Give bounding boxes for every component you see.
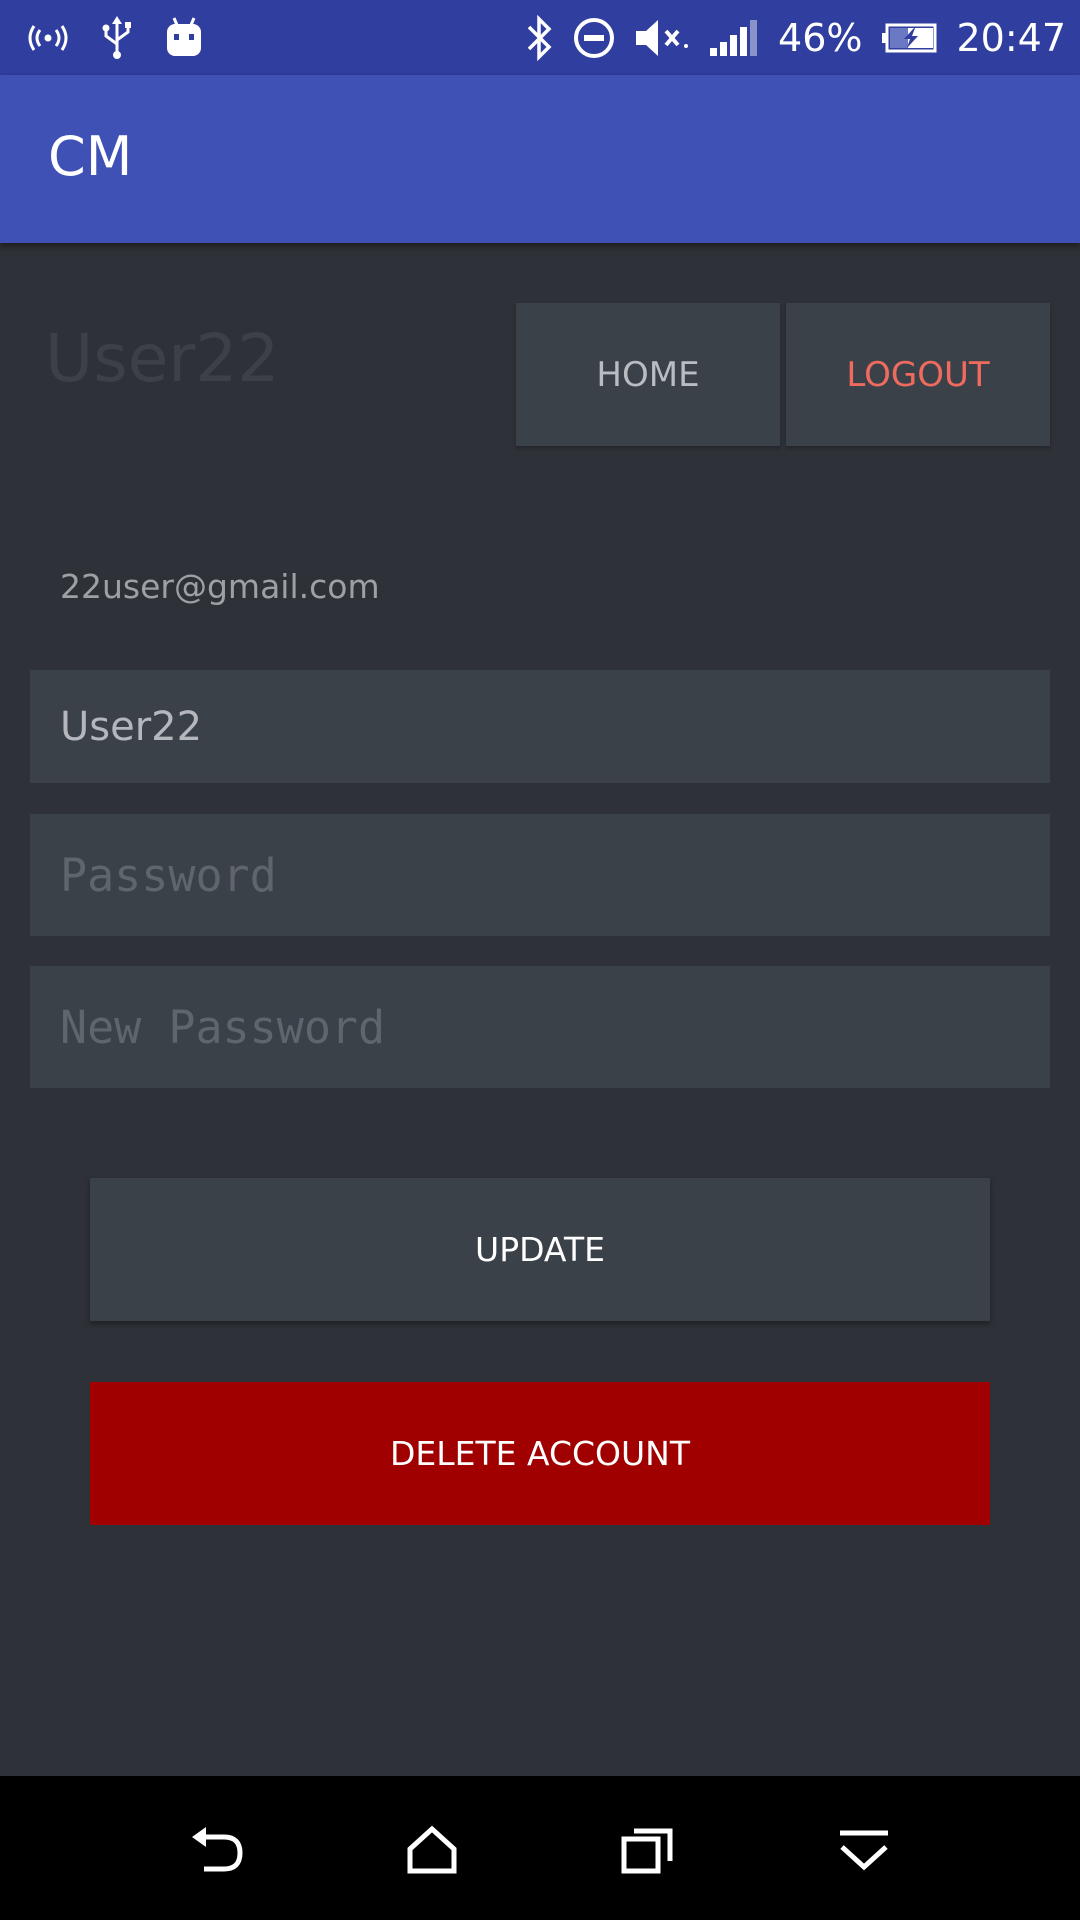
back-icon[interactable] [186, 1818, 250, 1882]
screen: 46% 20:47 CM User22 HOME LOGOUT 22user@g… [0, 0, 1080, 1920]
new-password-field[interactable]: New Password [30, 966, 1050, 1088]
do-not-disturb-icon [572, 16, 616, 60]
volume-muted-icon [634, 18, 690, 58]
battery-charging-icon [880, 23, 938, 53]
bluetooth-icon [524, 14, 554, 61]
app-title: CM [48, 125, 133, 188]
username-heading: User22 [45, 320, 280, 397]
app-bar: CM [0, 75, 1080, 243]
email-text: 22user@gmail.com [60, 567, 380, 606]
collapse-icon[interactable] [832, 1818, 896, 1882]
signal-icon [708, 18, 760, 58]
clock: 20:47 [956, 15, 1066, 60]
delete-account-button[interactable]: DELETE ACCOUNT [90, 1382, 990, 1525]
home-button[interactable]: HOME [516, 303, 780, 446]
password-field-placeholder: Password [60, 848, 277, 902]
username-field-value: User22 [60, 703, 203, 750]
hotspot-icon [26, 23, 70, 53]
recents-icon[interactable] [616, 1818, 680, 1882]
navigation-bar [0, 1776, 1080, 1920]
usb-icon [100, 15, 134, 60]
battery-percent: 46% [778, 15, 863, 60]
status-bar: 46% 20:47 [0, 0, 1080, 75]
android-icon [164, 16, 204, 60]
username-field[interactable]: User22 [30, 670, 1050, 783]
home-icon[interactable] [400, 1818, 464, 1882]
new-password-field-placeholder: New Password [60, 1000, 386, 1054]
logout-button[interactable]: LOGOUT [786, 303, 1050, 446]
update-button[interactable]: UPDATE [90, 1178, 990, 1321]
password-field[interactable]: Password [30, 814, 1050, 936]
